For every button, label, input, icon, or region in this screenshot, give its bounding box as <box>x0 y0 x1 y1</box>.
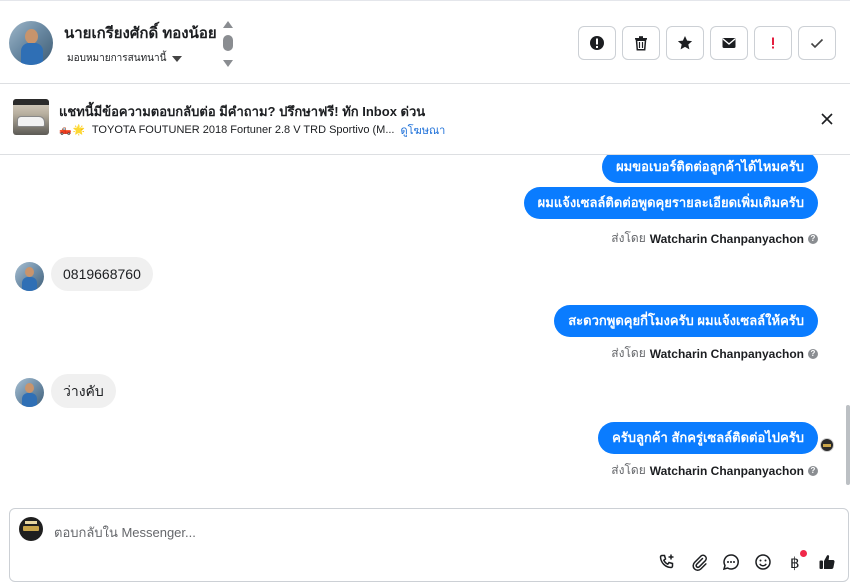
mark-unread-button[interactable] <box>710 26 748 60</box>
scroll-thumb[interactable] <box>846 405 850 485</box>
ad-title: แชทนี้มีข้อความตอบกลับต่อ มีคำถาม? ปรึกษ… <box>59 104 426 119</box>
report-button[interactable] <box>578 26 616 60</box>
contact-name[interactable]: นายเกรียงศักดิ์ ทองน้อย <box>64 21 217 45</box>
payment-button[interactable]: ฿ <box>786 550 807 572</box>
reply-composer[interactable]: ตอบกลับใน Messenger... ฿ <box>9 508 849 582</box>
exclamation-icon <box>772 37 774 49</box>
help-icon[interactable]: ? <box>808 465 818 476</box>
scroll-down-arrow-icon[interactable] <box>223 60 233 67</box>
sender-name[interactable]: Watcharin Chanpanyachon <box>650 347 804 361</box>
message-thread[interactable]: ผมขอเบอร์ติดต่อลูกค้าได้ไหมครับ ผมแจ้งเซ… <box>0 155 850 500</box>
composer-toolbar: ฿ <box>658 550 836 572</box>
notification-dot <box>800 550 807 557</box>
attach-button[interactable] <box>690 553 708 571</box>
like-button[interactable] <box>818 553 836 571</box>
scroll-up-arrow-icon[interactable] <box>223 21 233 28</box>
seen-avatar <box>820 438 834 452</box>
ad-subtitle-text: TOYOTA FOUTUNER 2018 Fortuner 2.8 V TRD … <box>91 124 395 136</box>
star-icon <box>677 36 693 50</box>
conversation-header: นายเกรียงศักดิ์ ทองน้อย มอบหมายการสนทนาน… <box>0 0 850 84</box>
sender-name[interactable]: Watcharin Chanpanyachon <box>650 464 804 478</box>
envelope-icon <box>722 38 736 48</box>
mark-done-button[interactable] <box>798 26 836 60</box>
page-avatar <box>19 517 43 541</box>
header-scrollbar[interactable] <box>223 21 233 67</box>
message-outgoing[interactable]: สะดวกพูดคุยกี่โมงครับ ผมแจ้งเซลล์ให้ครับ <box>554 305 818 337</box>
sent-by-label: ส่งโดย Watcharin Chanpanyachon ? <box>611 344 818 363</box>
scroll-thumb[interactable] <box>223 35 233 51</box>
contact-avatar-small[interactable] <box>15 378 44 407</box>
thumbs-up-icon <box>819 555 835 569</box>
caret-down-icon <box>172 56 183 62</box>
conversation-actions <box>578 26 836 60</box>
view-ad-link[interactable]: ดูโฆษณา <box>401 121 446 139</box>
sent-by-label: ส่งโดย Watcharin Chanpanyachon ? <box>611 229 818 248</box>
call-button[interactable] <box>658 553 676 571</box>
chat-scrollbar[interactable] <box>846 155 850 500</box>
help-icon[interactable]: ? <box>808 348 818 359</box>
sent-by-label: ส่งโดย Watcharin Chanpanyachon ? <box>611 461 818 480</box>
star-button[interactable] <box>666 26 704 60</box>
chat-bubble-icon <box>722 554 739 571</box>
paperclip-icon <box>692 554 707 571</box>
help-icon[interactable]: ? <box>808 233 818 244</box>
saved-replies-button[interactable] <box>722 553 740 571</box>
emoji-icon <box>755 554 771 570</box>
assign-label: มอบหมายการสนทนานี้ <box>67 53 167 64</box>
sent-by-prefix: ส่งโดย <box>611 231 646 245</box>
ad-context-banner[interactable]: แชทนี้มีข้อความตอบกลับต่อ มีคำถาม? ปรึกษ… <box>0 84 850 155</box>
message-outgoing[interactable]: ผมขอเบอร์ติดต่อลูกค้าได้ไหมครับ <box>602 155 818 183</box>
ad-emoji: 🛻🌟 <box>59 124 86 136</box>
sent-by-prefix: ส่งโดย <box>611 346 646 360</box>
emoji-button[interactable] <box>754 553 772 571</box>
alert-circle-icon <box>590 36 604 50</box>
sent-by-prefix: ส่งโดย <box>611 463 646 477</box>
reply-input[interactable]: ตอบกลับใน Messenger... <box>54 522 196 543</box>
assign-conversation-dropdown[interactable]: มอบหมายการสนทนานี้ <box>67 51 183 66</box>
follow-up-button[interactable] <box>754 26 792 60</box>
message-outgoing[interactable]: ครับลูกค้า สักครู่เซลล์ติดต่อไปครับ <box>598 422 818 454</box>
message-incoming[interactable]: ว่างคับ <box>51 374 116 408</box>
delete-button[interactable] <box>622 26 660 60</box>
message-incoming[interactable]: 0819668760 <box>51 257 153 291</box>
ad-subtitle: 🛻🌟 TOYOTA FOUTUNER 2018 Fortuner 2.8 V T… <box>59 121 445 139</box>
contact-avatar[interactable] <box>9 21 53 65</box>
phone-plus-icon <box>659 554 674 569</box>
message-outgoing[interactable]: ผมแจ้งเซลล์ติดต่อพูดคุยรายละเอียดเพิ่มเต… <box>523 187 818 219</box>
svg-text:฿: ฿ <box>790 554 800 571</box>
trash-icon <box>635 36 647 51</box>
sender-name[interactable]: Watcharin Chanpanyachon <box>650 232 804 246</box>
close-icon[interactable] <box>819 111 835 127</box>
contact-avatar-small[interactable] <box>15 262 44 291</box>
ad-thumbnail <box>13 99 49 135</box>
check-icon <box>810 38 824 49</box>
